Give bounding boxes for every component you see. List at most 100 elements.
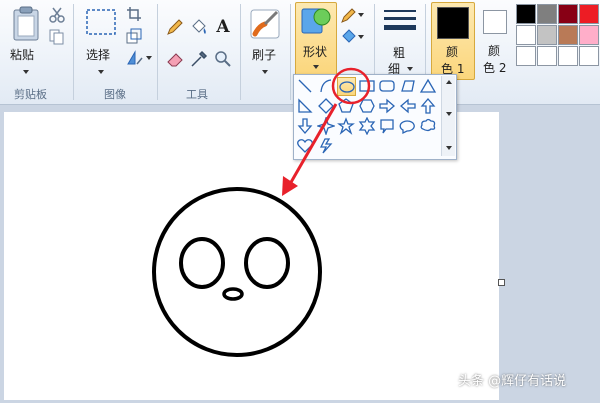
palette-color-swatch[interactable] <box>516 4 536 24</box>
pencil-icon <box>167 19 183 35</box>
size-button[interactable]: 粗 细 <box>380 4 420 80</box>
shape-six-point-star-icon[interactable] <box>358 116 377 136</box>
chevron-down-icon <box>313 65 319 69</box>
chevron-down-icon <box>358 35 364 39</box>
palette-color-swatch[interactable] <box>516 46 536 66</box>
fill-tool[interactable] <box>188 16 210 38</box>
shapes-button[interactable]: 形状 <box>295 2 337 76</box>
shape-rounded-rectangle-icon[interactable] <box>378 77 397 96</box>
shape-hexagon-icon[interactable] <box>358 97 377 116</box>
chevron-down-icon <box>98 70 104 74</box>
brushes-label: 刷子 <box>252 48 277 62</box>
brushes-button[interactable]: 刷子 <box>246 4 284 80</box>
shape-pentagon-icon[interactable] <box>337 97 356 116</box>
magnifier-tool[interactable] <box>212 48 234 70</box>
eraser-icon <box>167 53 183 67</box>
palette-color-swatch[interactable] <box>579 25 599 45</box>
shape-right-triangle-icon[interactable] <box>296 97 315 116</box>
color1-label-line1: 颜 <box>446 45 459 59</box>
group-divider <box>290 4 291 100</box>
chevron-down-icon <box>23 70 29 74</box>
group-divider <box>240 4 241 100</box>
shape-five-point-star-icon[interactable] <box>337 117 356 136</box>
more-icon <box>446 146 452 150</box>
eyedropper-icon <box>191 50 208 67</box>
shape-left-arrow-icon[interactable] <box>399 97 418 116</box>
shape-rounded-callout-icon[interactable] <box>378 117 397 136</box>
shape-lightning-icon[interactable] <box>317 137 336 156</box>
shape-right-arrow-icon[interactable] <box>378 97 397 116</box>
clipboard-icon <box>13 6 39 41</box>
pencil-tool[interactable] <box>164 16 186 38</box>
color-picker-tool[interactable] <box>188 48 210 70</box>
copy-button[interactable] <box>48 28 66 46</box>
gallery-scrollbar[interactable] <box>441 76 455 156</box>
palette-color-swatch[interactable] <box>558 4 578 24</box>
color2-swatch <box>483 10 507 34</box>
tools-group-label: 工具 <box>186 88 208 101</box>
paint-bucket-icon <box>192 19 206 34</box>
palette-color-swatch[interactable] <box>558 25 578 45</box>
shape-up-arrow-icon[interactable] <box>419 97 438 116</box>
face-circle <box>152 187 322 357</box>
palette-color-swatch[interactable] <box>558 46 578 66</box>
scroll-up-icon <box>446 80 452 84</box>
watermark: 头条 @辉仔有话说 <box>458 374 567 389</box>
palette-color-swatch[interactable] <box>579 4 599 24</box>
shape-line-icon[interactable] <box>296 77 315 96</box>
cut-button[interactable] <box>48 6 66 24</box>
palette-color-swatch[interactable] <box>537 4 557 24</box>
color2-label-line2: 色 2 <box>483 61 507 75</box>
shapes-label: 形状 <box>303 45 328 59</box>
shapes-grid <box>296 77 440 157</box>
chevron-down-icon <box>358 13 364 17</box>
crop-button[interactable] <box>126 6 142 22</box>
line-weight-icon <box>384 10 416 30</box>
shape-oval-callout-icon[interactable] <box>399 117 418 136</box>
fill-bucket-icon <box>342 29 356 43</box>
canvas-resize-handle[interactable] <box>498 279 505 286</box>
shape-four-point-star-icon[interactable] <box>315 115 336 137</box>
clipboard-group-label: 剪贴板 <box>14 88 47 101</box>
outline-button[interactable] <box>340 6 364 24</box>
shape-oval-icon[interactable] <box>337 77 356 96</box>
color1-button[interactable]: 颜 色 1 <box>431 2 475 80</box>
shape-curve-icon[interactable] <box>317 77 336 96</box>
group-divider <box>73 4 74 100</box>
color2-button[interactable]: 颜 色 2 <box>478 2 512 78</box>
size-label-line1: 粗 <box>393 46 406 60</box>
crop-icon <box>127 7 141 21</box>
palette-color-swatch[interactable] <box>579 46 599 66</box>
shape-heart-icon[interactable] <box>296 137 315 156</box>
magnifier-icon <box>215 51 231 67</box>
shape-cloud-callout-icon[interactable] <box>419 117 438 136</box>
shape-down-arrow-icon[interactable] <box>296 117 315 136</box>
text-tool-icon: A <box>216 17 230 37</box>
shape-triangle-icon[interactable] <box>419 77 438 96</box>
select-label: 选择 <box>86 48 111 62</box>
palette-color-swatch[interactable] <box>516 25 536 45</box>
color1-swatch <box>437 7 469 39</box>
paste-button[interactable]: 粘贴 <box>6 4 46 80</box>
select-button[interactable]: 选择 <box>82 4 120 80</box>
scroll-down-icon <box>446 112 452 116</box>
shape-diamond-icon[interactable] <box>317 97 336 116</box>
resize-button[interactable] <box>126 28 142 44</box>
color-palette <box>516 4 600 68</box>
outline-pencil-icon <box>341 8 356 23</box>
shape-polygon-icon[interactable] <box>399 77 418 96</box>
select-rectangle-icon <box>86 9 116 35</box>
group-divider <box>157 4 158 100</box>
shape-rectangle-icon[interactable] <box>358 77 377 96</box>
rotate-button[interactable] <box>126 50 152 66</box>
palette-color-swatch[interactable] <box>537 25 557 45</box>
text-tool[interactable]: A <box>212 16 234 38</box>
image-group-label: 图像 <box>104 88 126 101</box>
copy-icon <box>49 29 64 45</box>
chevron-down-icon <box>262 70 268 74</box>
fill-style-button[interactable] <box>340 28 364 46</box>
palette-color-swatch[interactable] <box>537 46 557 66</box>
rotate-icon <box>127 50 143 65</box>
chevron-down-icon <box>407 67 413 71</box>
eraser-tool[interactable] <box>164 48 186 70</box>
